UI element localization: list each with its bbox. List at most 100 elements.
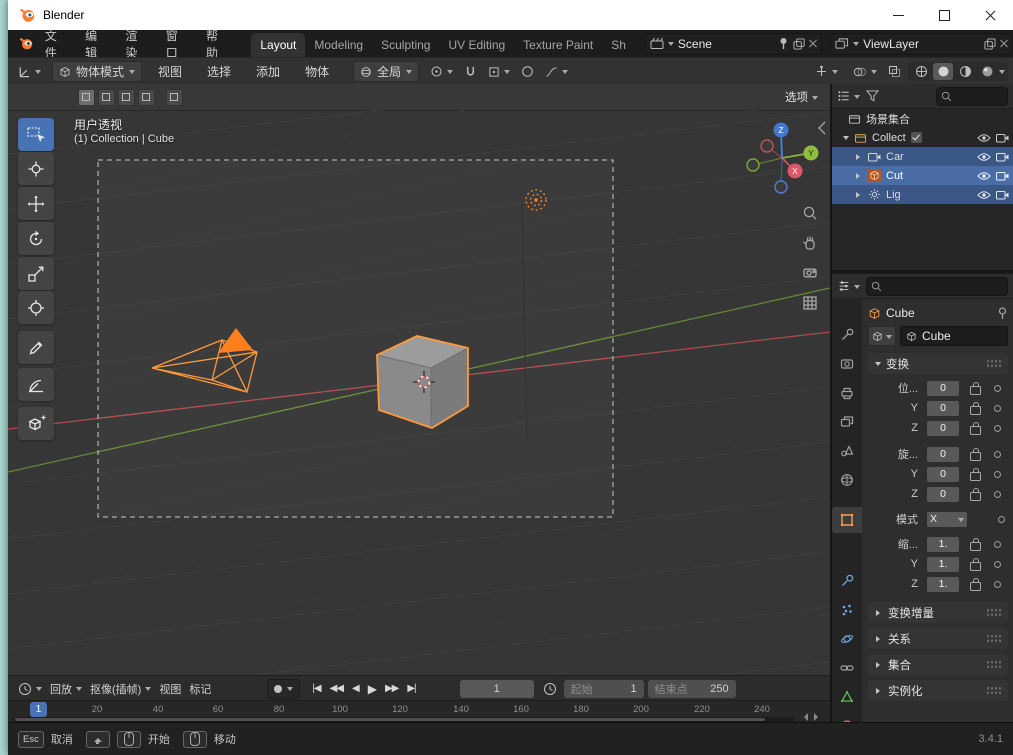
animate-dot-icon[interactable] (994, 450, 1001, 458)
expand-icon[interactable] (856, 191, 863, 198)
select-mode-set-icon[interactable] (78, 88, 95, 106)
shading-material-button[interactable] (955, 63, 975, 80)
gizmo-y-negative[interactable] (746, 158, 760, 172)
tab-world[interactable] (832, 467, 862, 493)
viewlayer-name[interactable]: ViewLayer (863, 37, 980, 51)
select-mode-subtract-icon[interactable] (118, 88, 135, 106)
scale-z-field[interactable]: 1. (927, 576, 959, 592)
scene-collection-row[interactable]: 场景集合 (832, 109, 1013, 128)
maximize-button[interactable] (921, 0, 967, 30)
menu-keying[interactable]: 抠像(插帧) (86, 679, 155, 699)
rotation-z-field[interactable]: 0 (927, 486, 959, 502)
select-mode-invert-icon[interactable] (138, 88, 155, 106)
rotation-mode-selector[interactable]: X (927, 511, 967, 527)
collection-row[interactable]: Collect (832, 128, 1013, 147)
pin-icon[interactable] (778, 37, 789, 50)
gizmo-z-negative[interactable] (774, 180, 788, 194)
tab-material[interactable] (832, 713, 862, 722)
snap-target-selector[interactable] (484, 64, 514, 80)
lock-icon[interactable] (970, 577, 981, 591)
frame-start-field[interactable]: 起始 1 (563, 679, 644, 698)
scene-name[interactable]: Scene (678, 37, 774, 51)
play-reverse-button[interactable]: ◀ (352, 683, 360, 694)
tab-particles[interactable] (832, 597, 862, 623)
disable-render-icon[interactable] (996, 171, 1009, 181)
tab-object[interactable] (832, 507, 862, 533)
tool-annotate[interactable] (18, 331, 54, 364)
new-scene-icon[interactable] (793, 37, 805, 50)
scene-selector[interactable]: Scene (644, 32, 823, 55)
delta-transform-panel[interactable]: 变换增量 (868, 602, 1008, 623)
lock-icon[interactable] (970, 537, 981, 551)
gizmo-x-negative[interactable] (760, 139, 774, 153)
object-name-field[interactable]: Cube (900, 326, 1008, 346)
rotation-y-field[interactable]: 0 (927, 466, 959, 482)
menu-timeline-view[interactable]: 视图 (155, 679, 185, 699)
instancing-panel[interactable]: 实例化 (868, 680, 1008, 701)
shading-options-chevron[interactable] (999, 70, 1005, 77)
pin-icon[interactable] (997, 306, 1008, 320)
prev-keyframe-button[interactable]: ◀◀ (330, 683, 344, 694)
viewlayer-selector[interactable]: ViewLayer (830, 32, 1013, 55)
lock-icon[interactable] (970, 381, 981, 395)
minimize-button[interactable] (875, 0, 921, 30)
scroll-right-icon[interactable] (814, 713, 822, 721)
menu-select[interactable]: 选择 (198, 60, 240, 83)
menu-playback[interactable]: 回放 (46, 679, 86, 699)
hide-eye-icon[interactable] (977, 133, 991, 143)
tool-add-primitive[interactable] (18, 407, 54, 440)
collapse-icon[interactable] (843, 135, 849, 143)
panel-grip-icon[interactable] (986, 660, 1002, 669)
rotation-x-field[interactable]: 0 (927, 446, 959, 462)
pivot-point-selector[interactable] (426, 63, 457, 80)
menu-view[interactable]: 视图 (149, 60, 191, 83)
location-y-field[interactable]: 0 (927, 400, 959, 416)
new-viewlayer-icon[interactable] (984, 37, 996, 50)
lock-icon[interactable] (970, 401, 981, 415)
lock-icon[interactable] (970, 467, 981, 481)
xray-toggle-icon[interactable] (888, 65, 901, 78)
viewport-3d[interactable]: 选项 Z Y X 用户透视 (1) Collection | Cube (8, 84, 830, 675)
close-button[interactable] (967, 0, 1013, 30)
select-mode-extend-icon[interactable] (98, 88, 115, 106)
outliner-row-cube[interactable]: Cut (832, 166, 1013, 185)
transform-panel-header[interactable]: 变换 (868, 353, 1008, 374)
animate-dot-icon[interactable] (994, 404, 1001, 412)
unlink-scene-icon[interactable] (809, 40, 817, 48)
animate-dot-icon[interactable] (994, 580, 1001, 588)
use-preview-range-icon[interactable] (543, 682, 557, 696)
play-button[interactable]: ▶ (368, 682, 377, 696)
remove-viewlayer-icon[interactable] (1000, 40, 1008, 48)
panel-grip-icon[interactable] (986, 686, 1002, 695)
id-type-selector[interactable] (868, 326, 896, 346)
jump-to-end-button[interactable]: ▶| (407, 683, 416, 694)
proportional-editing-icon[interactable] (521, 65, 534, 78)
light-object[interactable] (525, 189, 547, 211)
tool-move[interactable] (18, 187, 54, 220)
timeline-editor-selector[interactable] (14, 680, 46, 698)
timeline-ruler[interactable]: 20 40 60 80 100 120 140 160 180 200 220 … (8, 700, 830, 723)
animate-dot-icon[interactable] (994, 470, 1001, 478)
panel-grip-icon[interactable] (986, 608, 1002, 617)
tool-rotate[interactable] (18, 222, 54, 255)
tab-modeling[interactable]: Modeling (305, 33, 372, 57)
location-z-field[interactable]: 0 (927, 420, 959, 436)
outliner-row-camera[interactable]: Car (832, 147, 1013, 166)
lock-icon[interactable] (970, 557, 981, 571)
menu-add[interactable]: 添加 (247, 60, 289, 83)
properties-editor-selector[interactable] (837, 279, 860, 293)
menu-object[interactable]: 物体 (296, 60, 338, 83)
scale-x-field[interactable]: 1. (927, 536, 959, 552)
location-x-field[interactable]: 0 (927, 380, 959, 396)
tool-cursor[interactable] (18, 152, 54, 185)
properties-search[interactable] (866, 276, 1008, 296)
hide-eye-icon[interactable] (977, 190, 991, 200)
outliner-editor-selector[interactable] (837, 89, 860, 103)
snap-magnet-icon[interactable] (464, 65, 477, 79)
viewport-options-button[interactable]: 选项 (785, 89, 818, 105)
tab-modifiers[interactable] (832, 568, 862, 594)
tab-render[interactable] (832, 351, 862, 377)
blender-menu-icon[interactable] (18, 35, 34, 52)
tab-object-data[interactable] (832, 684, 862, 710)
auto-keying-control[interactable] (267, 678, 301, 699)
